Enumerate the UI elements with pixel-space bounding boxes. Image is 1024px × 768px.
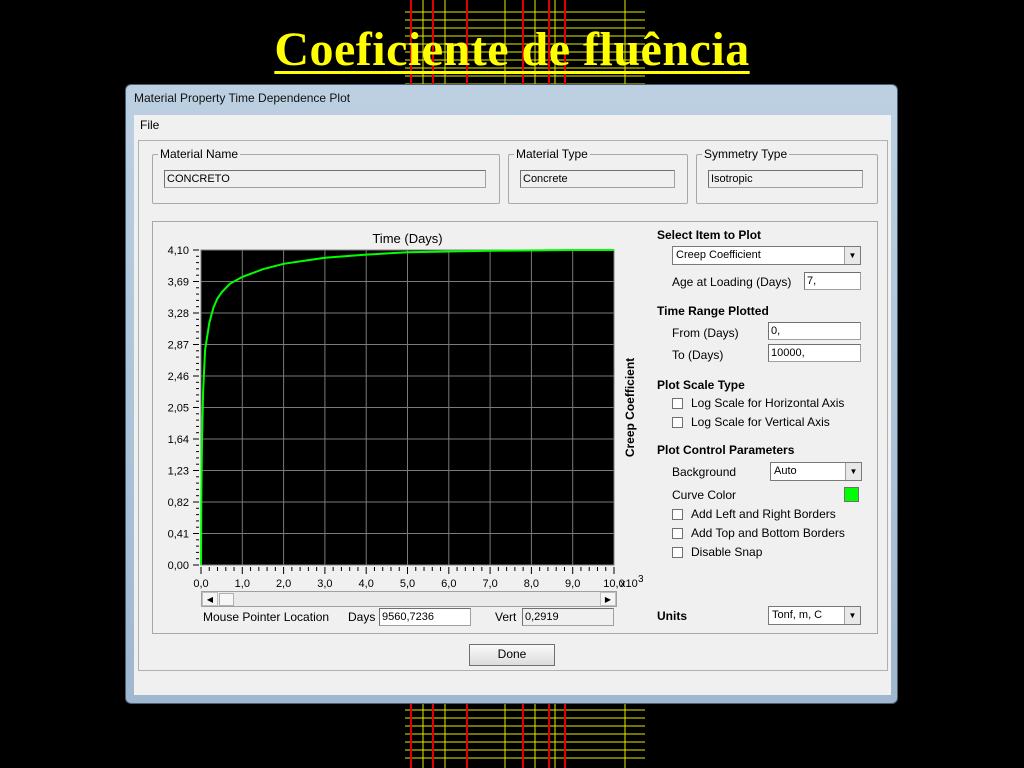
tb-borders-checkbox[interactable]: [672, 528, 683, 539]
background-structure-bottom: [405, 700, 645, 768]
x-tick-label: 2,0: [276, 578, 291, 590]
to-days-field[interactable]: 10000,: [768, 344, 861, 362]
background-value: Auto: [774, 465, 797, 477]
scroll-thumb[interactable]: [219, 593, 234, 606]
units-label: Units: [657, 609, 687, 623]
creep-plot[interactable]: 0,0 1,0 2,0 3,0 4,0 5,0 6,0 7,0 8,0 9,0 10,00,000,…: [153, 222, 643, 594]
scroll-left-button[interactable]: ◀: [202, 592, 218, 606]
window-title: Material Property Time Dependence Plot: [134, 91, 351, 105]
material-name-label: Material Name: [158, 147, 241, 161]
x-multiplier-exponent: 3: [638, 574, 643, 585]
tb-borders-label: Add Top and Bottom Borders: [691, 526, 845, 540]
y-tick-label: 1,64: [168, 434, 189, 446]
y-tick-label: 1,23: [168, 466, 189, 478]
age-loading-field[interactable]: 7,: [804, 272, 861, 290]
select-item-title: Select Item to Plot: [657, 228, 762, 242]
from-days-label: From (Days): [672, 326, 739, 340]
curve-color-label: Curve Color: [672, 488, 737, 502]
material-type-group: Material Type Concrete: [508, 147, 688, 204]
material-type-label: Material Type: [514, 147, 590, 161]
vert-value-field[interactable]: 0,2919: [522, 608, 614, 626]
lr-borders-label: Add Left and Right Borders: [691, 507, 836, 521]
x-tick-label: 6,0: [441, 578, 456, 590]
y-tick-label: 0,41: [168, 529, 189, 541]
y-tick-label: 2,46: [168, 371, 189, 383]
y-tick-label: 2,87: [168, 340, 189, 352]
vert-label: Vert: [495, 610, 517, 624]
days-value-field[interactable]: 9560,7236: [379, 608, 471, 626]
plot-panel: 0,0 1,0 2,0 3,0 4,0 5,0 6,0 7,0 8,0 9,0 10,0 0,00 0,…: [152, 221, 878, 634]
done-button[interactable]: Done: [469, 644, 555, 666]
units-select[interactable]: Tonf, m, C ▼: [768, 606, 861, 625]
x-tick-label: 9,0: [565, 578, 580, 590]
slide-title: Coeficiente de fluência: [274, 23, 750, 76]
x-tick-label: 1,0: [235, 578, 250, 590]
x-tick-label: 8,0: [524, 578, 539, 590]
plot-item-value: Creep Coefficient: [676, 249, 761, 261]
y-tick-label: 4,10: [168, 245, 189, 257]
material-name-field[interactable]: CONCRETO: [164, 170, 486, 188]
plot-horizontal-scrollbar[interactable]: ◀ ▶: [201, 591, 617, 607]
plot-item-select[interactable]: Creep Coefficient ▼: [672, 246, 861, 265]
x-multiplier-label: x10: [620, 578, 638, 590]
chevron-down-icon[interactable]: ▼: [844, 247, 860, 264]
y-tick-label: 3,69: [168, 277, 189, 289]
days-label: Days: [348, 610, 376, 624]
symmetry-type-field[interactable]: Isotropic: [708, 170, 863, 188]
x-tick-label: 3,0: [317, 578, 332, 590]
age-loading-label: Age at Loading (Days): [672, 275, 792, 289]
material-type-field[interactable]: Concrete: [520, 170, 675, 188]
x-tick-label: 4,0: [359, 578, 374, 590]
units-value: Tonf, m, C: [772, 609, 823, 621]
background-label: Background: [672, 465, 737, 479]
chevron-down-icon[interactable]: ▼: [844, 607, 860, 624]
chevron-down-icon[interactable]: ▼: [845, 463, 861, 480]
to-days-label: To (Days): [672, 348, 724, 362]
time-range-title: Time Range Plotted: [657, 304, 769, 318]
y-tick-label: 2,05: [168, 403, 189, 415]
y-tick-label: 0,00: [168, 560, 189, 572]
disable-snap-checkbox[interactable]: [672, 547, 683, 558]
disable-snap-label: Disable Snap: [691, 545, 763, 559]
plot-control-title: Plot Control Parameters: [657, 443, 795, 457]
lr-borders-checkbox[interactable]: [672, 509, 683, 520]
symmetry-type-group: Symmetry Type Isotropic: [696, 147, 878, 204]
menu-file[interactable]: File: [140, 118, 159, 132]
y-tick-label: 0,82: [168, 497, 189, 509]
log-vertical-checkbox[interactable]: [672, 417, 683, 428]
scroll-right-button[interactable]: ▶: [600, 592, 616, 606]
background-select[interactable]: Auto ▼: [770, 462, 862, 481]
log-horizontal-checkbox[interactable]: [672, 398, 683, 409]
curve-color-swatch[interactable]: [844, 487, 859, 502]
x-tick-label: 5,0: [400, 578, 415, 590]
plot-scale-title: Plot Scale Type: [657, 378, 745, 392]
material-name-group: Material Name CONCRETO: [152, 147, 500, 204]
log-horizontal-label: Log Scale for Horizontal Axis: [691, 396, 845, 410]
from-days-field[interactable]: 0,: [768, 322, 861, 340]
x-tick-label: 0,0: [193, 578, 208, 590]
dialog-client: Material Name CONCRETO Material Type Con…: [134, 135, 891, 695]
inner-frame: Material Name CONCRETO Material Type Con…: [138, 140, 888, 671]
symmetry-type-label: Symmetry Type: [702, 147, 790, 161]
log-vertical-label: Log Scale for Vertical Axis: [691, 415, 830, 429]
y-tick-label: 3,28: [168, 308, 189, 320]
y-axis-label: Creep Coefficient: [623, 358, 637, 457]
mouse-location-label: Mouse Pointer Location: [203, 610, 330, 624]
dialog-window: Material Property Time Dependence Plot F…: [125, 84, 898, 704]
chart-title: Time (Days): [372, 231, 442, 246]
x-tick-label: 7,0: [482, 578, 497, 590]
menu-bar: File: [134, 115, 891, 136]
